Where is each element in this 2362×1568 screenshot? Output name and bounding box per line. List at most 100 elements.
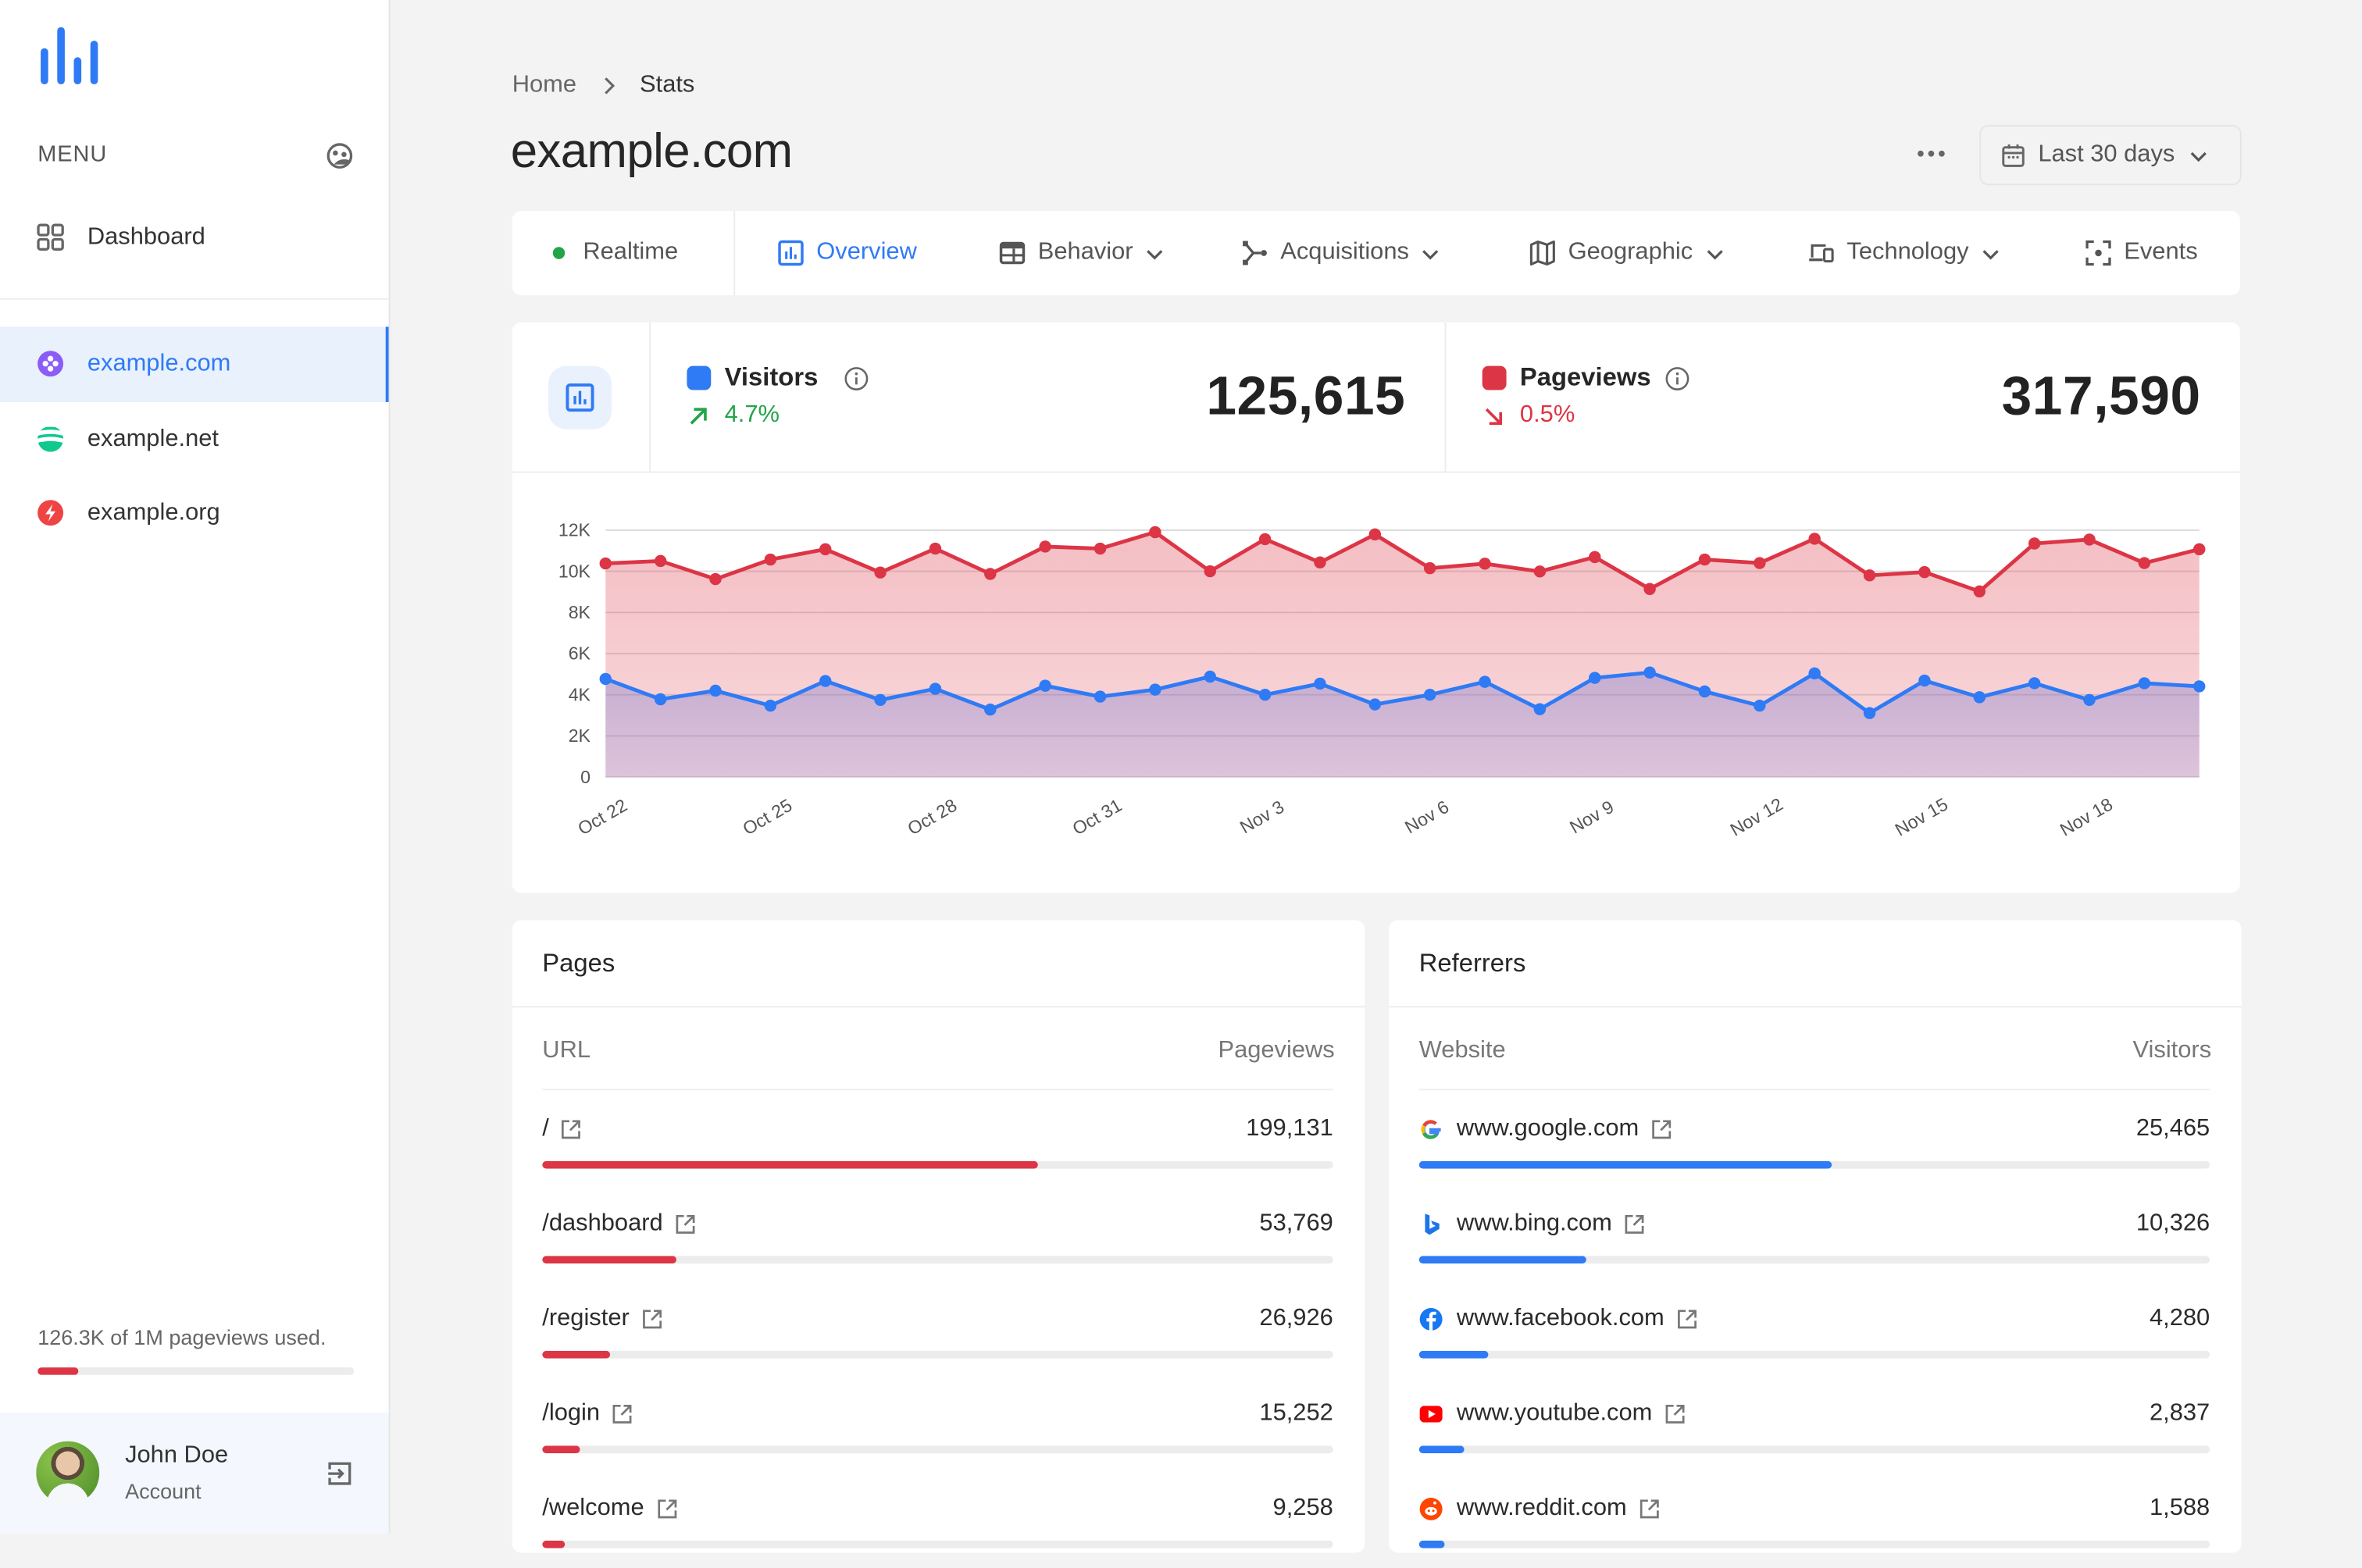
pageviews-point	[2083, 533, 2096, 546]
referrer-row[interactable]: www.youtube.com 2,837	[1418, 1398, 2210, 1473]
logout-icon[interactable]	[326, 1459, 355, 1488]
sidebar-site-example-com[interactable]: example.com	[0, 326, 389, 402]
row-progress-bar	[542, 1540, 1333, 1548]
row-name[interactable]: www.youtube.com	[1419, 1398, 1686, 1431]
external-link-icon[interactable]	[561, 1119, 582, 1140]
row-progress-bar	[542, 1350, 1333, 1359]
info-icon[interactable]	[1664, 366, 1690, 392]
visitors-label: Visitors	[724, 362, 819, 392]
page-row[interactable]: /register 26,926	[542, 1303, 1333, 1377]
row-progress-fill	[1418, 1445, 1465, 1454]
card-divider	[512, 1006, 1365, 1008]
pages-col-url[interactable]: URL	[542, 1038, 590, 1065]
tab-technology[interactable]: Technology	[1807, 211, 2000, 295]
tab-acquisitions[interactable]: Acquisitions	[1241, 211, 1440, 295]
sidebar-item-dashboard[interactable]: Dashboard	[0, 200, 389, 275]
row-label: www.youtube.com	[1456, 1400, 1653, 1427]
external-link-icon[interactable]	[612, 1403, 633, 1424]
row-name[interactable]: /dashboard	[542, 1208, 696, 1241]
tab-overview[interactable]: Overview	[777, 211, 917, 295]
row-value: 1,588	[2149, 1495, 2210, 1521]
logo-icon[interactable]	[37, 24, 101, 87]
tab-behavior[interactable]: Behavior	[999, 211, 1165, 295]
site-purple-icon	[37, 351, 64, 377]
pageviews-point	[654, 554, 667, 568]
pageviews-delta-value: 0.5%	[1519, 401, 1575, 428]
pageviews-point	[2138, 557, 2151, 569]
row-name[interactable]: /register	[542, 1303, 662, 1335]
row-label: www.google.com	[1456, 1116, 1639, 1142]
account-name: John Doe	[125, 1442, 229, 1469]
row-name[interactable]: /	[542, 1113, 582, 1146]
sidebar-site-example-org[interactable]: example.org	[0, 476, 389, 551]
visitors-point	[2083, 693, 2096, 707]
x-tick-label: Nov 9	[1566, 796, 1617, 838]
breadcrumb: Home Stats	[512, 73, 695, 100]
more-options-button[interactable]	[1910, 136, 1952, 172]
pages-col-pageviews[interactable]: Pageviews	[1218, 1038, 1334, 1065]
pageviews-value: 317,590	[2001, 364, 2201, 426]
external-link-icon[interactable]	[1651, 1119, 1672, 1140]
pageviews-point	[1698, 553, 1711, 566]
sidebar-site-example-net[interactable]: example.net	[0, 402, 389, 477]
chevron-right-icon	[604, 77, 615, 94]
row-name[interactable]: /login	[542, 1398, 633, 1431]
row-name[interactable]: /welcome	[542, 1492, 677, 1525]
row-progress-bar	[1418, 1350, 2210, 1359]
date-range-select[interactable]: Last 30 days	[1979, 125, 2242, 186]
external-link-icon[interactable]	[641, 1309, 662, 1330]
account-panel[interactable]: John Doe Account	[0, 1412, 389, 1534]
external-link-icon[interactable]	[1676, 1309, 1697, 1330]
referrer-row[interactable]: www.facebook.com 4,280	[1418, 1303, 2210, 1377]
tab-events[interactable]: Events	[2085, 211, 2198, 295]
x-tick-label: Oct 28	[904, 795, 960, 839]
x-tick-label: Nov 3	[1236, 796, 1287, 838]
external-link-icon[interactable]	[1639, 1499, 1660, 1520]
page-row[interactable]: / 199,131	[542, 1113, 1333, 1188]
row-progress-bar	[542, 1256, 1333, 1264]
visitors-point	[1808, 667, 1821, 680]
y-tick-label: 4K	[569, 684, 591, 704]
external-link-icon[interactable]	[1664, 1403, 1686, 1424]
info-icon[interactable]	[844, 366, 869, 392]
breadcrumb-home[interactable]: Home	[512, 73, 576, 100]
avatar[interactable]	[36, 1441, 100, 1505]
pageviews-point	[1808, 533, 1821, 545]
row-progress-bar	[1418, 1256, 2210, 1264]
breadcrumb-current: Stats	[640, 72, 695, 98]
referrer-row[interactable]: www.reddit.com 1,588	[1418, 1492, 2210, 1567]
page-row[interactable]: /dashboard 53,769	[542, 1208, 1333, 1283]
external-link-icon[interactable]	[1624, 1213, 1645, 1235]
tab-label: Overview	[816, 239, 917, 265]
row-progress-fill	[1418, 1350, 1488, 1359]
referrer-row[interactable]: www.google.com 25,465	[1418, 1113, 2210, 1188]
visitors-point	[1754, 699, 1766, 712]
page-title: example.com	[510, 123, 793, 178]
row-name[interactable]: www.facebook.com	[1419, 1303, 1697, 1335]
referrers-col-website[interactable]: Website	[1419, 1038, 1506, 1065]
tab-label: Technology	[1846, 239, 1969, 265]
tab-realtime[interactable]: Realtime	[552, 211, 678, 295]
sidebar: MENU Dashboard example.com example.net e…	[0, 0, 391, 1534]
row-name[interactable]: www.bing.com	[1419, 1208, 1646, 1241]
pageviews-point	[1973, 585, 1986, 598]
page-row[interactable]: /welcome 9,258	[542, 1492, 1333, 1567]
external-link-icon[interactable]	[675, 1213, 696, 1235]
sidebar-site-label: example.net	[87, 426, 219, 452]
map-icon	[1529, 240, 1555, 266]
row-name[interactable]: www.google.com	[1419, 1113, 1672, 1146]
theme-toggle-icon[interactable]	[326, 141, 355, 170]
tab-geographic[interactable]: Geographic	[1529, 211, 1724, 295]
stats-icon-badge[interactable]	[548, 365, 612, 429]
external-link-icon[interactable]	[656, 1499, 677, 1520]
page-row[interactable]: /login 15,252	[542, 1398, 1333, 1473]
chart-bar-icon	[778, 240, 804, 266]
usage-progress-bar	[37, 1367, 355, 1375]
row-name[interactable]: www.reddit.com	[1419, 1492, 1660, 1525]
facebook-icon	[1419, 1307, 1443, 1331]
pageviews-point	[819, 543, 832, 556]
row-value: 25,465	[2135, 1116, 2210, 1142]
referrer-row[interactable]: www.bing.com 10,326	[1418, 1208, 2210, 1283]
grid-icon	[37, 223, 64, 251]
referrers-col-visitors[interactable]: Visitors	[2133, 1038, 2212, 1065]
